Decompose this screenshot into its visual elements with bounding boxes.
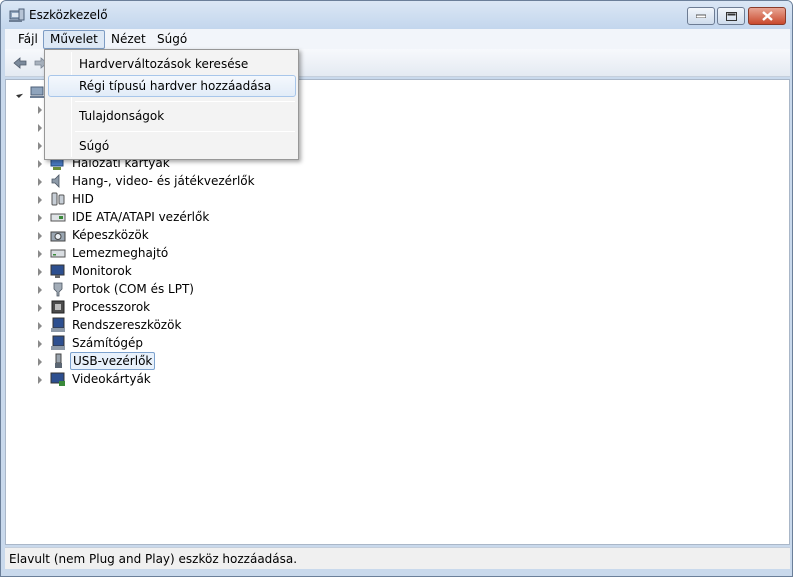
- maximize-icon: [725, 11, 737, 21]
- menu-view[interactable]: Nézet: [104, 30, 153, 49]
- device-manager-window: Eszközkezelő Fájl Művelet Nézet Súgó Hál…: [0, 0, 793, 577]
- tree-item-label: Videokártyák: [72, 372, 151, 386]
- expand-arrow-icon[interactable]: [38, 286, 42, 294]
- maximize-button[interactable]: [717, 7, 745, 25]
- tree-item[interactable]: HID: [6, 190, 406, 208]
- expand-arrow-icon[interactable]: [38, 196, 42, 204]
- port-icon: [50, 281, 66, 297]
- menu-item-properties[interactable]: Tulajdonságok: [48, 105, 296, 127]
- expand-arrow-icon[interactable]: [38, 304, 42, 312]
- back-arrow-icon[interactable]: [12, 55, 28, 71]
- expand-arrow-icon[interactable]: [38, 358, 42, 366]
- speaker-icon: [50, 173, 66, 189]
- processor-icon: [50, 299, 66, 315]
- tree-item-label: Monitorok: [72, 264, 132, 278]
- menu-file[interactable]: Fájl: [11, 30, 45, 49]
- expand-arrow-icon[interactable]: [38, 340, 42, 348]
- expand-arrow-icon[interactable]: [38, 232, 42, 240]
- expand-arrow-icon[interactable]: [38, 268, 42, 276]
- menu-bar: Fájl Művelet Nézet Súgó: [5, 29, 790, 49]
- menu-separator: [75, 131, 295, 132]
- tree-item[interactable]: Képeszközök: [6, 226, 406, 244]
- minimize-button[interactable]: [687, 7, 715, 25]
- expand-arrow-icon[interactable]: [38, 178, 42, 186]
- tree-item-label: Portok (COM és LPT): [72, 282, 194, 296]
- expand-arrow-icon[interactable]: [38, 142, 42, 150]
- status-text: Elavult (nem Plug and Play) eszköz hozzá…: [9, 552, 298, 566]
- status-bar: Elavult (nem Plug and Play) eszköz hozzá…: [5, 547, 790, 569]
- tree-item-label: IDE ATA/ATAPI vezérlők: [72, 210, 210, 224]
- tree-item[interactable]: Processzorok: [6, 298, 406, 316]
- close-icon: [761, 11, 773, 21]
- menu-item-add-legacy-hardware[interactable]: Régi típusú hardver hozzáadása: [48, 75, 296, 97]
- collapse-arrow-icon[interactable]: [16, 88, 26, 98]
- expand-arrow-icon[interactable]: [38, 106, 42, 114]
- disk-drive-icon: [50, 245, 66, 261]
- menu-item-scan-hardware[interactable]: Hardverváltozások keresése: [48, 53, 296, 75]
- menu-action[interactable]: Művelet: [43, 30, 105, 49]
- hid-icon: [50, 191, 66, 207]
- tree-item-label: Képeszközök: [72, 228, 149, 242]
- tree-item[interactable]: Lemezmeghajtó: [6, 244, 406, 262]
- tree-item[interactable]: Monitorok: [6, 262, 406, 280]
- tree-item[interactable]: Rendszereszközök: [6, 316, 406, 334]
- tree-item-label: Számítógép: [72, 336, 143, 350]
- monitor-icon: [50, 263, 66, 279]
- tree-item-label: Lemezmeghajtó: [72, 246, 169, 260]
- expand-arrow-icon[interactable]: [38, 214, 42, 222]
- menu-item-help[interactable]: Súgó: [48, 135, 296, 157]
- tree-item[interactable]: Hang-, video- és játékvezérlők: [6, 172, 406, 190]
- expand-arrow-icon[interactable]: [38, 160, 42, 168]
- action-menu-dropdown: Hardverváltozások keresése Régi típusú h…: [44, 49, 299, 160]
- tree-item-label: Processzorok: [72, 300, 151, 314]
- tree-item[interactable]: USB-vezérlők: [6, 352, 406, 370]
- window-title: Eszközkezelő: [29, 8, 108, 22]
- expand-arrow-icon[interactable]: [38, 250, 42, 258]
- computer-icon: [50, 335, 66, 351]
- tree-item-label: Hang-, video- és játékvezérlők: [72, 174, 255, 188]
- tree-item[interactable]: Videokártyák: [6, 370, 406, 388]
- device-manager-app-icon: [9, 8, 25, 22]
- tree-item-label: Rendszereszközök: [72, 318, 182, 332]
- tree-item[interactable]: Számítógép: [6, 334, 406, 352]
- camera-icon: [50, 227, 66, 243]
- expand-arrow-icon[interactable]: [38, 376, 42, 384]
- system-devices-icon: [50, 317, 66, 333]
- usb-icon: [50, 353, 66, 369]
- expand-arrow-icon[interactable]: [38, 322, 42, 330]
- minimize-icon: [696, 14, 706, 18]
- tree-item[interactable]: IDE ATA/ATAPI vezérlők: [6, 208, 406, 226]
- menu-separator: [75, 101, 295, 102]
- video-card-icon: [50, 371, 66, 387]
- tree-item-label: HID: [72, 192, 94, 206]
- tree-item-label: USB-vezérlők: [70, 352, 156, 370]
- expand-arrow-icon[interactable]: [38, 124, 42, 132]
- close-button[interactable]: [748, 7, 786, 25]
- menu-help[interactable]: Súgó: [150, 30, 194, 49]
- title-bar[interactable]: Eszközkezelő: [1, 1, 792, 29]
- ide-controller-icon: [50, 209, 66, 225]
- tree-item[interactable]: Portok (COM és LPT): [6, 280, 406, 298]
